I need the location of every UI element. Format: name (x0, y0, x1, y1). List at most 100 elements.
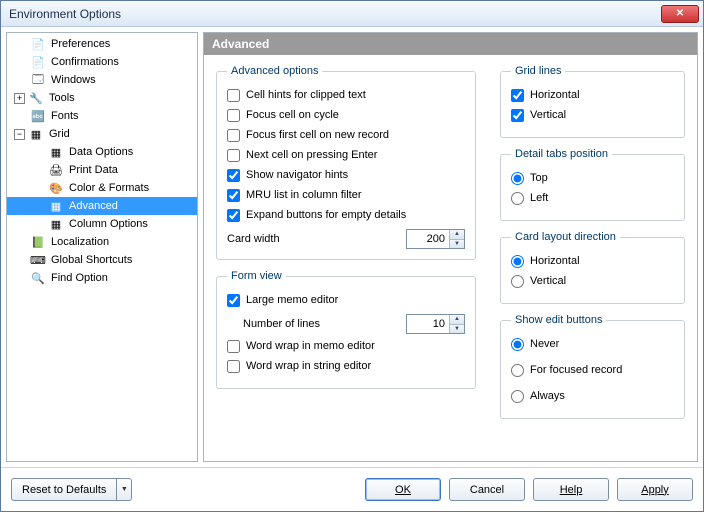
tree-item-icon: ⌨ (30, 252, 46, 268)
tree-item-label: Column Options (67, 218, 150, 230)
tree-item-label: Windows (49, 74, 98, 86)
tree-item[interactable]: 🖨Print Data (7, 161, 197, 179)
tree-item[interactable]: ▦Column Options (7, 215, 197, 233)
tree-item-label: Print Data (67, 164, 120, 176)
tree-item-icon: 🎨 (48, 180, 64, 196)
edit-focused-radio[interactable]: For focused record (511, 362, 674, 378)
tree-item[interactable]: 🔍Find Option (7, 269, 197, 287)
tree-expander-icon[interactable]: − (14, 129, 25, 140)
large-memo-checkbox[interactable]: Large memo editor (227, 292, 465, 308)
tree-item-label: Find Option (49, 272, 110, 284)
help-button[interactable]: Help (533, 478, 609, 501)
cell-hints-checkbox[interactable]: Cell hints for clipped text (227, 87, 465, 103)
tree-item-label: Grid (47, 128, 72, 140)
card-horizontal-radio[interactable]: Horizontal (511, 253, 674, 269)
apply-button[interactable]: Apply (617, 478, 693, 501)
form-view-group: Form view Large memo editor Number of li… (216, 270, 476, 389)
tree-item-icon: 🖨 (48, 162, 64, 178)
tree-item[interactable]: 🔤Fonts (7, 107, 197, 125)
card-layout-group: Card layout direction Horizontal Vertica… (500, 231, 685, 304)
edit-buttons-group: Show edit buttons Never For focused reco… (500, 314, 685, 419)
edit-buttons-legend: Show edit buttons (511, 314, 606, 326)
detail-left-radio[interactable]: Left (511, 190, 674, 206)
tree-item-icon: 🔍 (30, 270, 46, 286)
ok-button[interactable]: OK (365, 478, 441, 501)
window-title: Environment Options (9, 7, 121, 21)
tree-item-label: Localization (49, 236, 111, 248)
tree-item-icon: ▦ (28, 126, 44, 142)
focus-cycle-checkbox[interactable]: Focus cell on cycle (227, 107, 465, 123)
dialog-footer: Reset to Defaults ▼ OK Cancel Help Apply (1, 467, 703, 511)
reset-defaults-dropdown[interactable]: ▼ (116, 478, 132, 501)
nav-hints-checkbox[interactable]: Show navigator hints (227, 167, 465, 183)
tree-item[interactable]: ⌨Global Shortcuts (7, 251, 197, 269)
tree-item-icon: ▦ (48, 198, 64, 214)
tree-item-label: Color & Formats (67, 182, 151, 194)
next-enter-checkbox[interactable]: Next cell on pressing Enter (227, 147, 465, 163)
spin-down-icon[interactable]: ▼ (450, 325, 464, 334)
edit-always-radio[interactable]: Always (511, 388, 674, 404)
dialog-body: 📄Preferences📄Confirmations🗔Windows+🔧Tool… (1, 27, 703, 467)
tree-item-label: Preferences (49, 38, 112, 50)
tree-item-icon: 📄 (30, 54, 46, 70)
spin-up-icon[interactable]: ▲ (450, 315, 464, 325)
tree-item-label: Advanced (67, 200, 120, 212)
mru-filter-checkbox[interactable]: MRU list in column filter (227, 187, 465, 203)
tree-item[interactable]: +🔧Tools (7, 89, 197, 107)
reset-defaults-button[interactable]: Reset to Defaults (11, 478, 116, 501)
close-icon: ✕ (676, 8, 684, 19)
wrap-string-checkbox[interactable]: Word wrap in string editor (227, 358, 465, 374)
tree-item-icon: 📗 (30, 234, 46, 250)
tree-item[interactable]: 🎨Color & Formats (7, 179, 197, 197)
tree-item[interactable]: ▦Advanced (7, 197, 197, 215)
form-view-legend: Form view (227, 270, 286, 282)
close-button[interactable]: ✕ (661, 5, 699, 23)
page-header: Advanced (204, 33, 697, 55)
tree-item-icon: 🔧 (28, 90, 44, 106)
spin-down-icon[interactable]: ▼ (450, 240, 464, 249)
detail-top-radio[interactable]: Top (511, 170, 674, 186)
grid-vertical-checkbox[interactable]: Vertical (511, 107, 674, 123)
tree-item-label: Fonts (49, 110, 81, 122)
grid-lines-group: Grid lines Horizontal Vertical (500, 65, 685, 138)
focus-new-checkbox[interactable]: Focus first cell on new record (227, 127, 465, 143)
tree-item-icon: 📄 (30, 36, 46, 52)
cancel-button[interactable]: Cancel (449, 478, 525, 501)
tree-item[interactable]: −▦Grid (7, 125, 197, 143)
lines-spinner[interactable]: ▲▼ (406, 314, 465, 334)
tree-item[interactable]: 📄Confirmations (7, 53, 197, 71)
card-vertical-radio[interactable]: Vertical (511, 273, 674, 289)
advanced-options-group: Advanced options Cell hints for clipped … (216, 65, 476, 260)
card-width-spinner[interactable]: ▲▼ (406, 229, 465, 249)
wrap-memo-checkbox[interactable]: Word wrap in memo editor (227, 338, 465, 354)
tree-item-icon: ▦ (48, 144, 64, 160)
lines-label: Number of lines (243, 318, 320, 330)
grid-lines-legend: Grid lines (511, 65, 565, 77)
detail-tabs-group: Detail tabs position Top Left (500, 148, 685, 221)
nav-tree[interactable]: 📄Preferences📄Confirmations🗔Windows+🔧Tool… (6, 32, 198, 462)
tree-item-label: Data Options (67, 146, 135, 158)
card-width-input[interactable] (407, 230, 449, 248)
content-panel: Advanced Advanced options Cell hints for… (203, 32, 698, 462)
lines-input[interactable] (407, 315, 449, 333)
environment-options-dialog: Environment Options ✕ 📄Preferences📄Confi… (0, 0, 704, 512)
spin-up-icon[interactable]: ▲ (450, 230, 464, 240)
settings-pane: Advanced options Cell hints for clipped … (204, 55, 697, 461)
tree-item[interactable]: 🗔Windows (7, 71, 197, 89)
titlebar[interactable]: Environment Options ✕ (1, 1, 703, 27)
detail-tabs-legend: Detail tabs position (511, 148, 612, 160)
tree-item[interactable]: ▦Data Options (7, 143, 197, 161)
advanced-options-legend: Advanced options (227, 65, 322, 77)
grid-horizontal-checkbox[interactable]: Horizontal (511, 87, 674, 103)
tree-item-label: Confirmations (49, 56, 121, 68)
tree-item[interactable]: 📗Localization (7, 233, 197, 251)
card-width-label: Card width (227, 233, 280, 245)
tree-expander-icon[interactable]: + (14, 93, 25, 104)
tree-item-label: Global Shortcuts (49, 254, 134, 266)
tree-item[interactable]: 📄Preferences (7, 35, 197, 53)
edit-never-radio[interactable]: Never (511, 336, 674, 352)
reset-defaults-split: Reset to Defaults ▼ (11, 478, 132, 501)
tree-item-label: Tools (47, 92, 77, 104)
expand-empty-checkbox[interactable]: Expand buttons for empty details (227, 207, 465, 223)
tree-item-icon: 🗔 (30, 72, 46, 88)
